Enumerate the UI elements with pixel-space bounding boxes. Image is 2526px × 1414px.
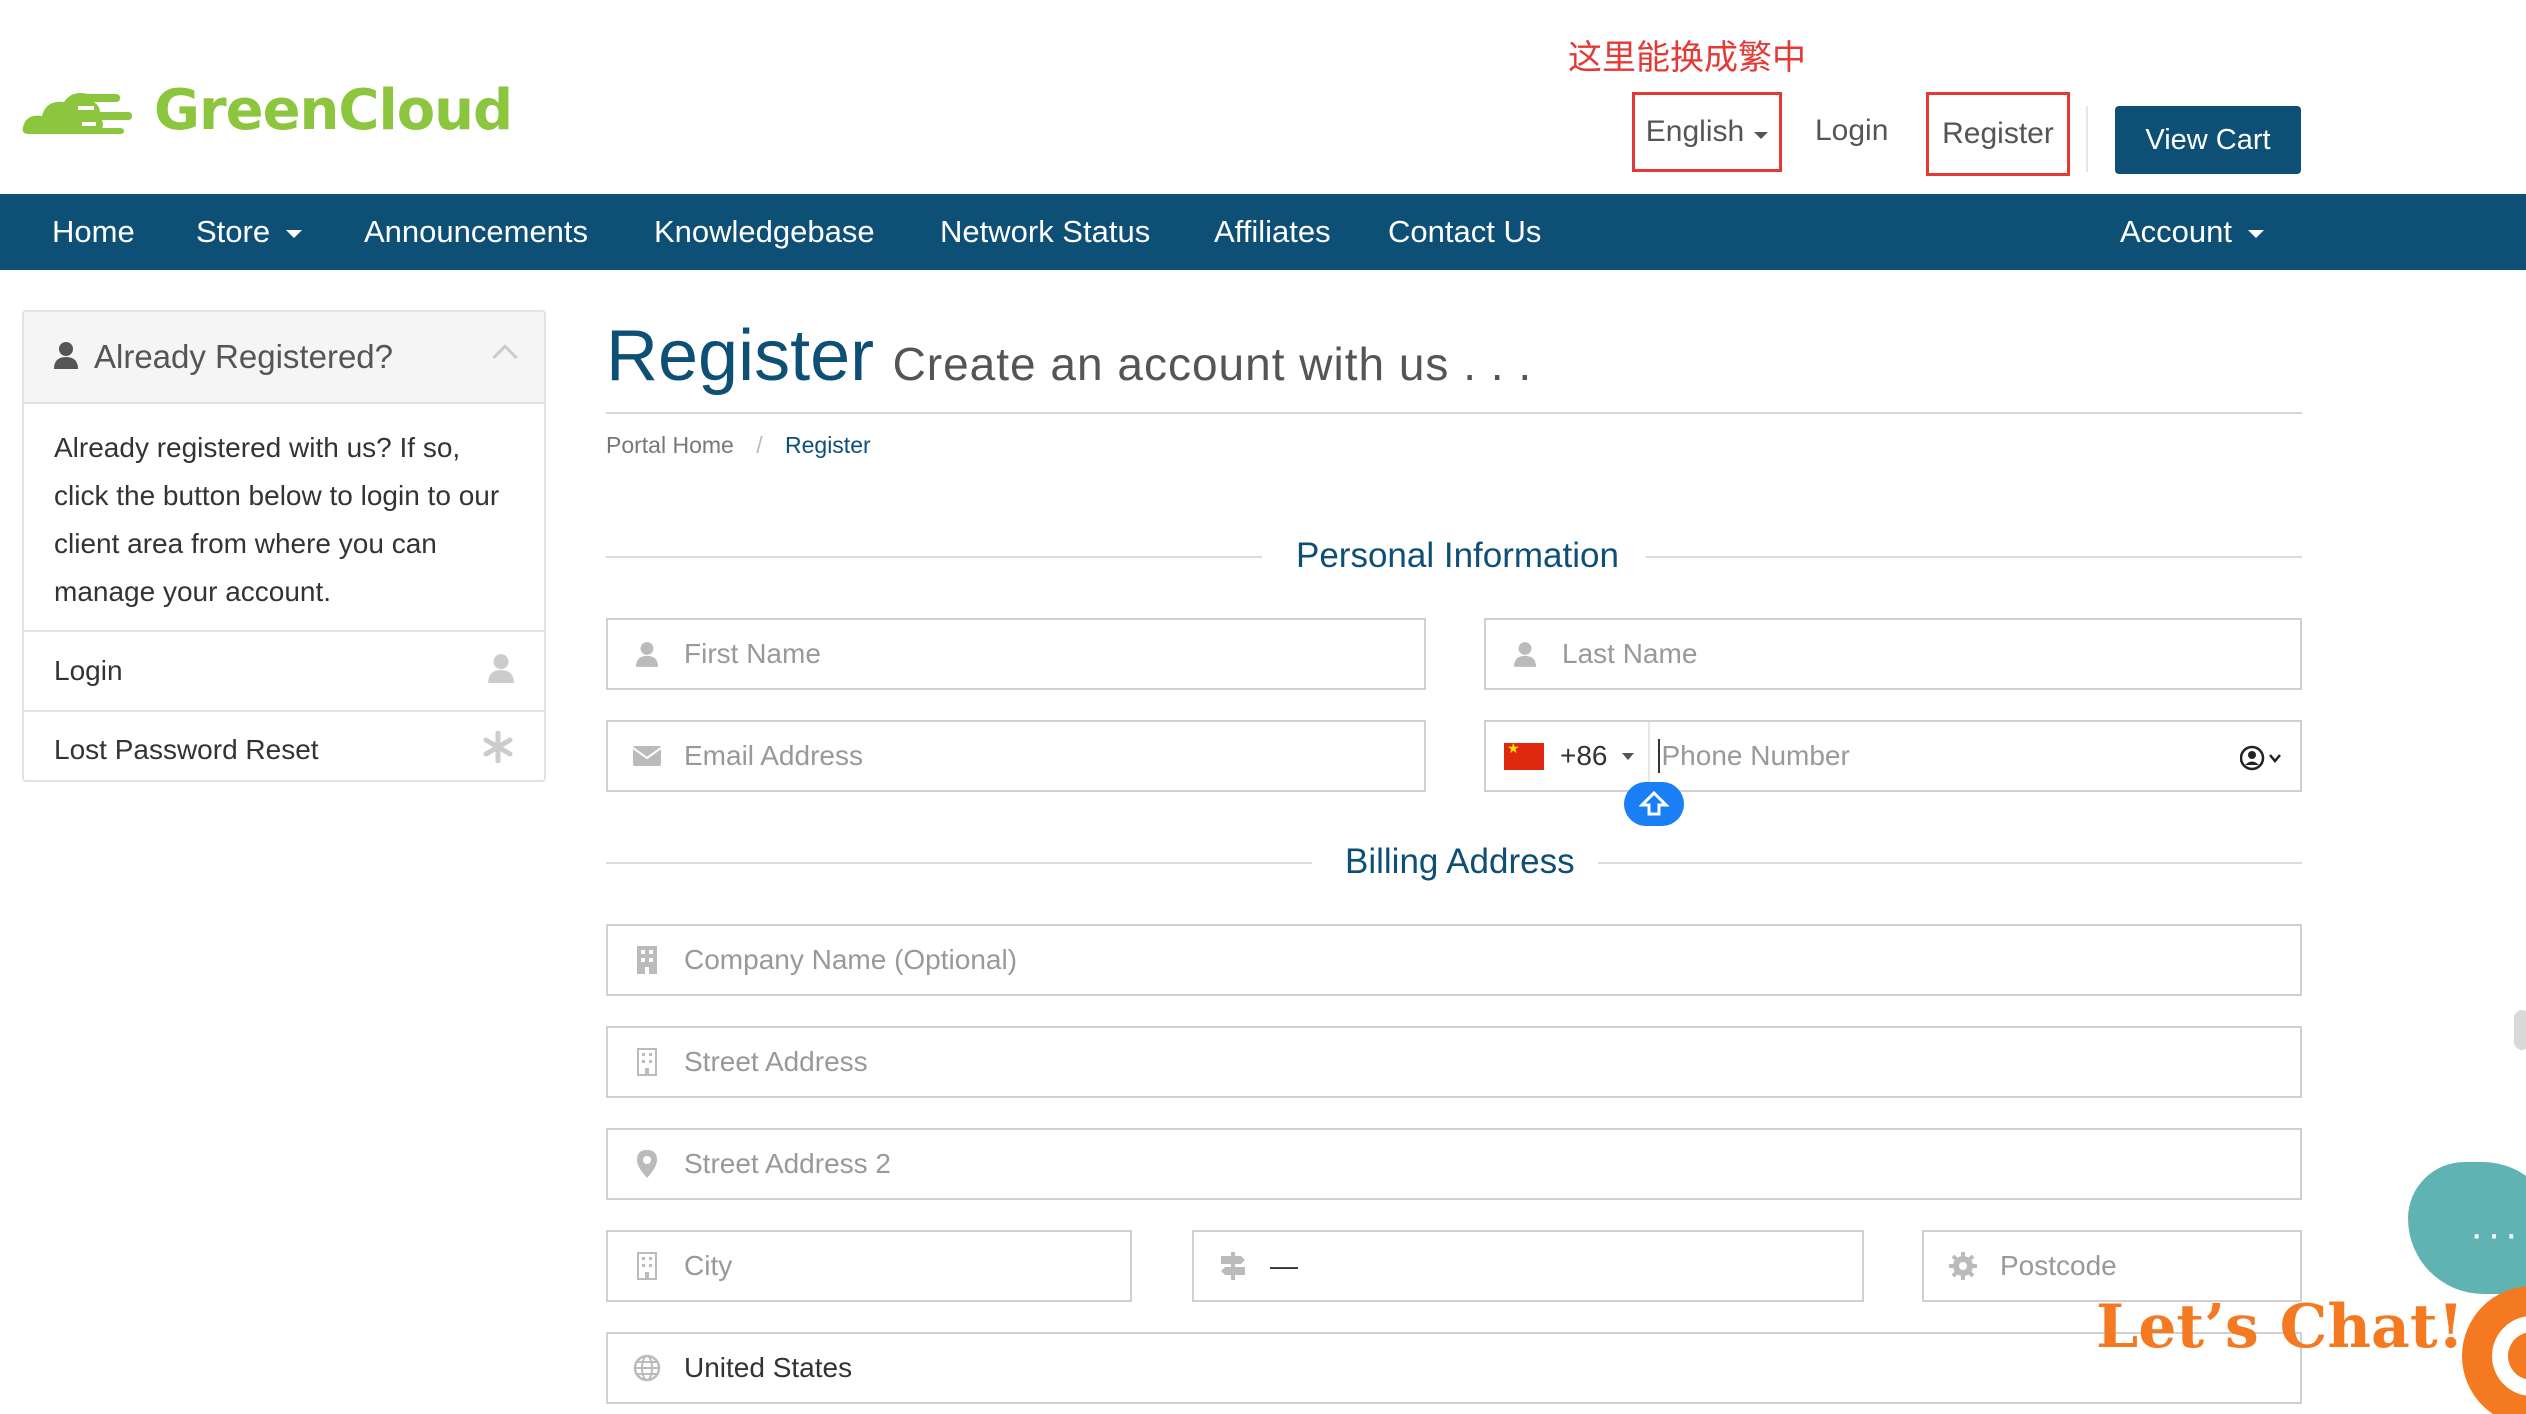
state-value: — xyxy=(1270,1250,1298,1281)
header-register-link[interactable]: Register xyxy=(1926,92,2070,176)
chevron-down-icon xyxy=(286,230,303,238)
email-placeholder: Email Address xyxy=(684,740,863,771)
section-divider xyxy=(1646,556,2302,558)
header-divider xyxy=(2086,106,2088,172)
company-placeholder: Company Name (Optional) xyxy=(684,944,1018,975)
nav-network-status-label: Network Status xyxy=(940,214,1151,249)
signpost-icon xyxy=(1218,1251,1248,1281)
section-divider xyxy=(1598,862,2302,864)
panel-header[interactable]: Already Registered? xyxy=(24,312,544,404)
nav-network-status[interactable]: Network Status xyxy=(940,194,1150,270)
header-login-link[interactable]: Login xyxy=(1815,114,1888,148)
country-select[interactable]: United States xyxy=(606,1332,2302,1404)
globe-icon xyxy=(632,1353,662,1383)
chevron-down-icon[interactable] xyxy=(1621,752,1634,760)
building-icon xyxy=(632,1047,662,1077)
main-navbar: Home Store Announcements Knowledgebase N… xyxy=(0,194,2526,270)
scroll-edge-indicator xyxy=(2514,1010,2526,1050)
street-address-2-field[interactable]: Street Address 2 xyxy=(606,1128,2302,1200)
personal-info-heading: Personal Information xyxy=(1296,536,1619,575)
cloud-logo-icon xyxy=(20,82,138,138)
nav-home-label: Home xyxy=(52,214,135,249)
nav-account[interactable]: Account xyxy=(2120,194,2265,270)
section-divider xyxy=(606,862,1312,864)
nav-knowledgebase-label: Knowledgebase xyxy=(654,214,875,249)
nav-store[interactable]: Store xyxy=(196,194,303,270)
contact-picker-icon[interactable] xyxy=(2239,744,2284,779)
breadcrumb: Portal Home / Register xyxy=(606,432,871,459)
title-divider xyxy=(606,412,2302,414)
phone-placeholder[interactable]: Phone Number xyxy=(1657,739,1850,773)
street2-placeholder: Street Address 2 xyxy=(684,1148,892,1179)
user-icon xyxy=(632,639,662,669)
nav-knowledgebase[interactable]: Knowledgebase xyxy=(654,194,875,270)
nav-announcements-label: Announcements xyxy=(364,214,589,249)
page-title: Register Create an account with us . . . xyxy=(606,315,1532,397)
country-value: United States xyxy=(684,1352,853,1383)
street-placeholder: Street Address xyxy=(684,1046,868,1077)
chevron-down-icon xyxy=(1754,131,1769,139)
sidebar-item-label: Lost Password Reset xyxy=(54,734,319,765)
phone-helper-button[interactable] xyxy=(1624,782,1684,826)
phone-field[interactable]: +86 Phone Number xyxy=(1484,720,2302,792)
nav-affiliates-label: Affiliates xyxy=(1214,214,1331,249)
city-field[interactable]: City xyxy=(606,1230,1132,1302)
first-name-field[interactable]: First Name xyxy=(606,618,1426,690)
chevron-down-icon xyxy=(2248,230,2265,238)
street-address-field[interactable]: Street Address xyxy=(606,1026,2302,1098)
lets-chat-label[interactable]: Let’s Chat! xyxy=(2096,1292,2464,1362)
page-subtitle: Create an account with us . . . xyxy=(892,338,1533,390)
last-name-placeholder: Last Name xyxy=(1562,638,1698,669)
view-cart-button[interactable]: View Cart xyxy=(2115,106,2301,174)
nav-account-label: Account xyxy=(2120,214,2233,249)
billing-address-heading: Billing Address xyxy=(1345,842,1575,881)
last-name-field[interactable]: Last Name xyxy=(1484,618,2302,690)
phone-divider xyxy=(1647,722,1650,790)
brand-logo[interactable]: GreenCloud xyxy=(20,77,513,143)
cn-flag-icon xyxy=(1504,740,1544,770)
already-registered-panel: Already Registered? Already registered w… xyxy=(22,310,546,782)
postcode-placeholder: Postcode xyxy=(2000,1250,2117,1281)
sidebar-item-label: Login xyxy=(54,655,123,686)
breadcrumb-home-link[interactable]: Portal Home xyxy=(606,432,734,458)
breadcrumb-separator: / xyxy=(756,432,763,458)
state-select[interactable]: — xyxy=(1192,1230,1864,1302)
nav-contact-us-label: Contact Us xyxy=(1388,214,1542,249)
building-icon xyxy=(632,945,662,975)
language-annotation: 这里能换成繁中 xyxy=(1568,38,1806,78)
sidebar-item-password-reset[interactable]: Lost Password Reset xyxy=(24,710,544,788)
panel-description: Already registered with us? If so, click… xyxy=(24,404,544,632)
nav-contact-us[interactable]: Contact Us xyxy=(1388,194,1541,270)
asterisk-icon xyxy=(482,730,514,770)
section-divider xyxy=(606,556,1262,558)
nav-store-label: Store xyxy=(196,214,271,249)
page-title-main: Register xyxy=(606,316,875,396)
map-marker-icon xyxy=(632,1149,662,1179)
building-icon xyxy=(632,1251,662,1281)
language-label: English xyxy=(1645,115,1745,148)
chevron-up-icon[interactable] xyxy=(492,344,518,370)
panel-title: Already Registered? xyxy=(94,338,393,375)
brand-name: GreenCloud xyxy=(154,77,513,143)
envelope-icon xyxy=(632,741,662,771)
register-label: Register xyxy=(1942,117,2054,150)
chat-dots-icon: ··· xyxy=(2470,1212,2522,1256)
gear-icon xyxy=(1948,1251,1978,1281)
first-name-placeholder: First Name xyxy=(684,638,821,669)
user-icon xyxy=(1510,639,1540,669)
nav-announcements[interactable]: Announcements xyxy=(364,194,588,270)
sidebar-item-login[interactable]: Login xyxy=(24,632,544,710)
email-field[interactable]: Email Address xyxy=(606,720,1426,792)
nav-home[interactable]: Home xyxy=(52,194,135,270)
breadcrumb-current: Register xyxy=(785,432,871,458)
user-icon xyxy=(488,653,514,690)
nav-affiliates[interactable]: Affiliates xyxy=(1214,194,1331,270)
company-name-field[interactable]: Company Name (Optional) xyxy=(606,924,2302,996)
user-icon xyxy=(54,341,78,374)
city-placeholder: City xyxy=(684,1250,733,1281)
language-selector[interactable]: English xyxy=(1632,92,1782,172)
phone-dial-code[interactable]: +86 xyxy=(1560,740,1608,772)
